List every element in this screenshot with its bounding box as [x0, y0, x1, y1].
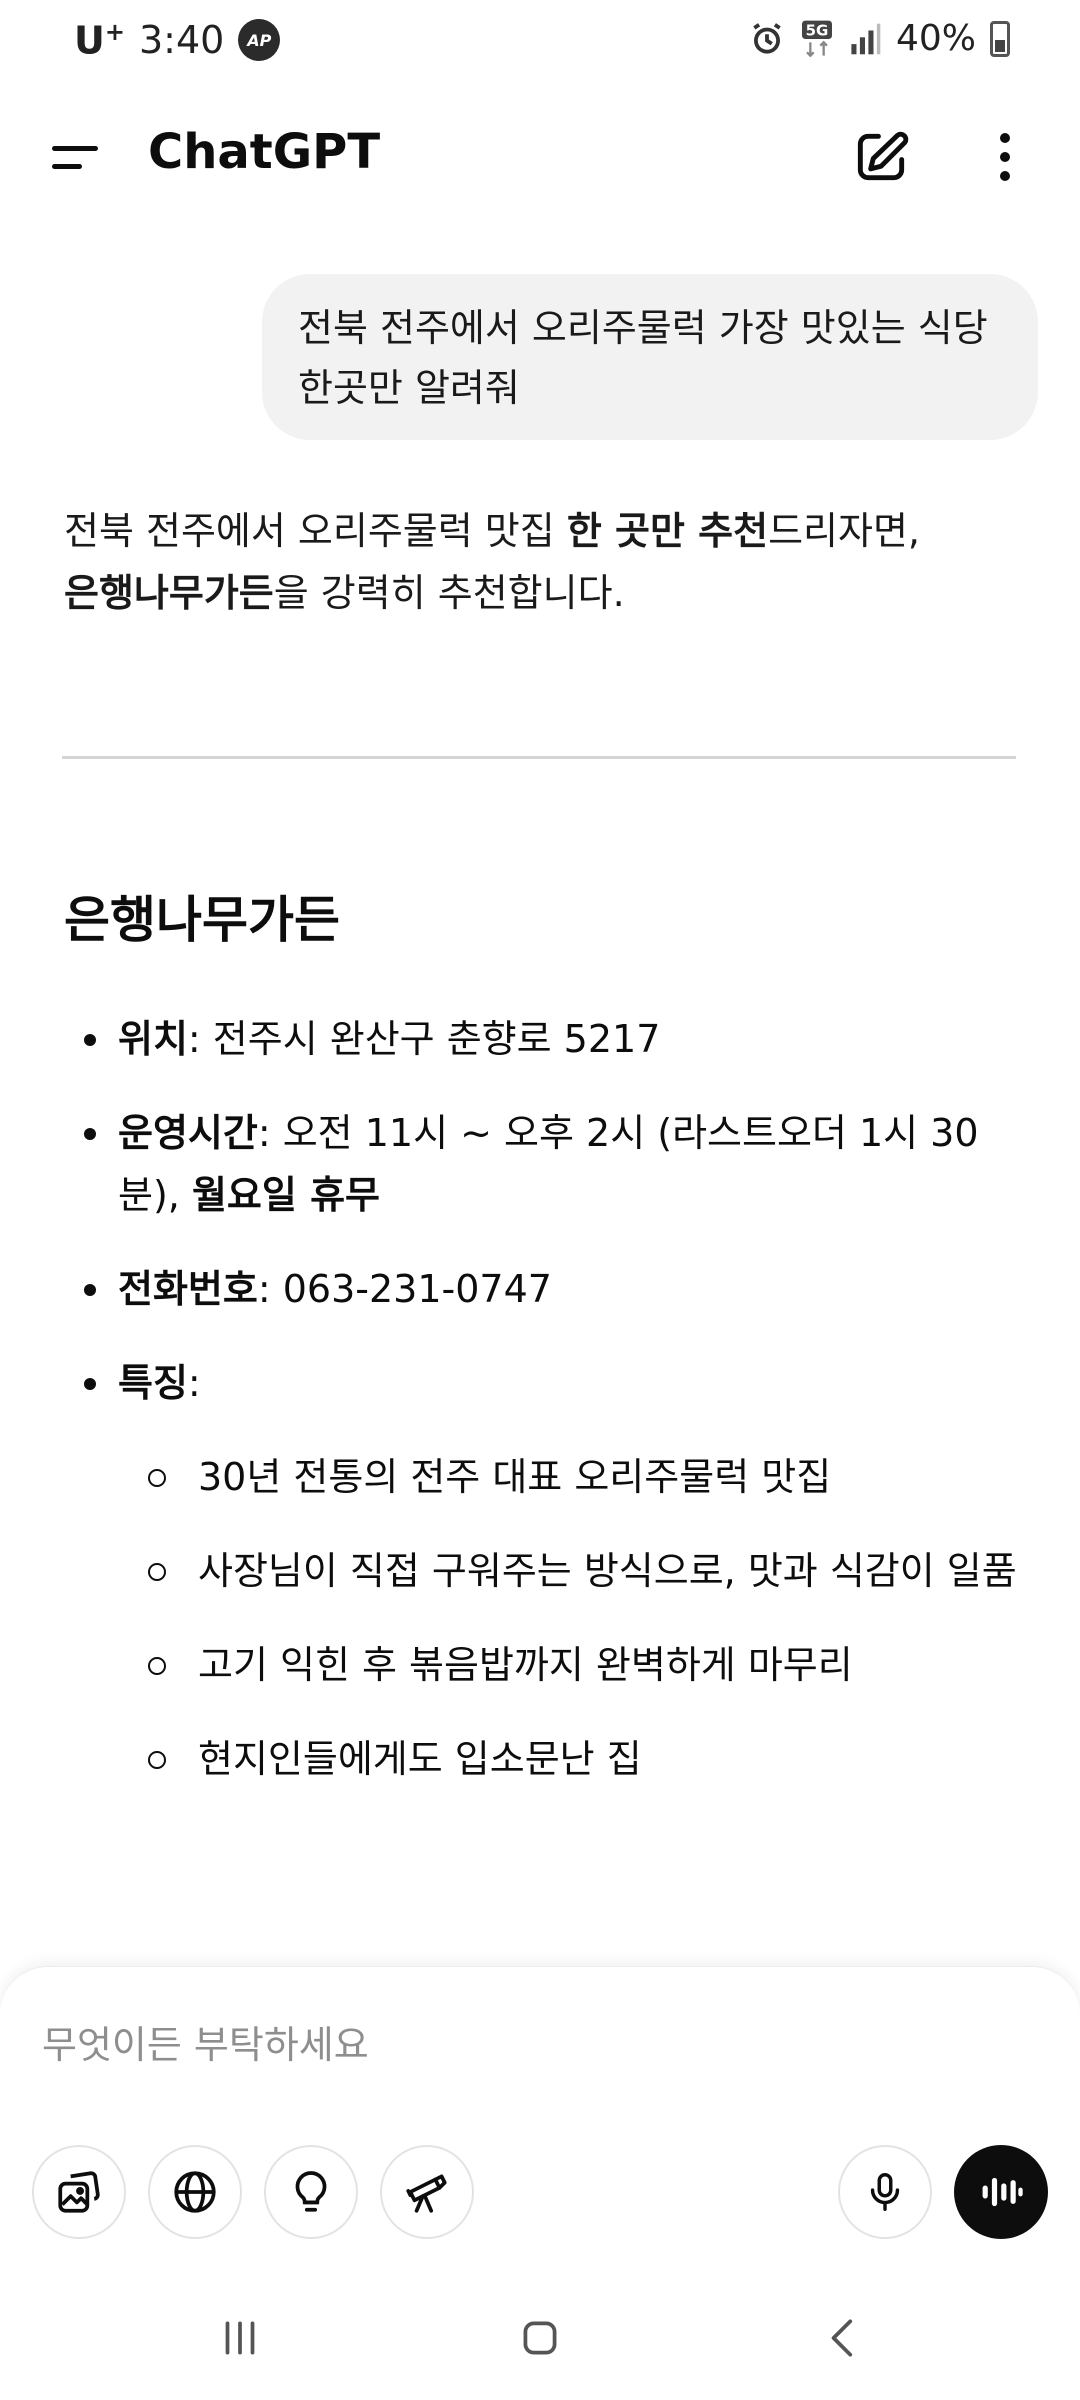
feature-item: 사장님이 직접 구워주는 방식으로, 맛과 식감이 일품	[118, 1540, 1024, 1602]
clock: 3:40	[138, 18, 225, 63]
feature-item: 고기 익힌 후 볶음밥까지 완벽하게 마무리	[118, 1634, 1024, 1696]
voice-waveform-icon	[982, 2177, 1023, 2207]
home-button[interactable]	[500, 2308, 580, 2368]
reasoning-button[interactable]	[264, 2145, 358, 2239]
network-5g-icon: 5G	[800, 19, 834, 59]
feature-item: 현지인들에게도 입소문난 집	[118, 1728, 1024, 1790]
recent-apps-icon	[225, 2321, 255, 2355]
horizontal-divider	[62, 756, 1016, 759]
message-composer	[0, 1966, 1080, 2266]
dictation-button[interactable]	[838, 2145, 932, 2239]
svg-text:5G: 5G	[806, 21, 829, 39]
battery-percent: 40%	[895, 18, 976, 59]
system-navigation-bar	[0, 2266, 1080, 2400]
web-search-button[interactable]	[148, 2145, 242, 2239]
more-vertical-icon	[1000, 133, 1010, 181]
restaurant-info-list: 위치: 전주시 완산구 춘향로 5217 운영시간: 오전 11시 ~ 오후 2…	[64, 1008, 1024, 1822]
status-right: 5G 40%	[748, 18, 1010, 59]
message-input[interactable]	[42, 2015, 842, 2075]
carrier-label: U+	[74, 18, 125, 63]
list-item-phone: 전화번호: 063-231-0747	[64, 1258, 1024, 1320]
back-button[interactable]	[804, 2308, 884, 2368]
more-options-button[interactable]	[978, 126, 1032, 188]
attach-image-button[interactable]	[32, 2145, 126, 2239]
microphone-icon	[870, 2173, 900, 2211]
home-icon	[523, 2321, 557, 2355]
telescope-icon	[406, 2174, 447, 2213]
edit-icon	[857, 131, 909, 181]
lightbulb-icon	[295, 2171, 327, 2212]
sidebar-menu-button[interactable]	[50, 134, 106, 182]
alarm-icon	[748, 20, 786, 58]
menu-icon	[52, 146, 98, 169]
recent-apps-button[interactable]	[200, 2308, 280, 2368]
list-item-hours: 운영시간: 오전 11시 ~ 오후 2시 (라스트오더 1시 30분), 월요일…	[64, 1102, 1024, 1226]
feature-item: 30년 전통의 전주 대표 오리주물럭 맛집	[118, 1446, 1024, 1508]
assistant-intro: 전북 전주에서 오리주물럭 맛집 한 곳만 추천드리자면, 은행나무가든을 강력…	[64, 509, 920, 615]
status-bar: U+ 3:40 AP 5G 40%	[0, 0, 1080, 88]
list-item-features: 특징: 30년 전통의 전주 대표 오리주물럭 맛집 사장님이 직접 구워주는 …	[64, 1352, 1024, 1790]
features-sublist: 30년 전통의 전주 대표 오리주물럭 맛집 사장님이 직접 구워주는 방식으로…	[118, 1446, 1024, 1790]
restaurant-heading: 은행나무가든	[64, 891, 340, 949]
status-left: U+ 3:40 AP	[74, 18, 281, 63]
list-item-location: 위치: 전주시 완산구 춘향로 5217	[64, 1008, 1024, 1070]
app-title: ChatGPT	[148, 124, 381, 180]
back-icon	[831, 2319, 853, 2357]
app-notification-badge: AP	[238, 19, 281, 62]
new-chat-button[interactable]	[850, 126, 912, 188]
deep-research-button[interactable]	[380, 2145, 474, 2239]
image-gallery-icon	[58, 2171, 100, 2213]
assistant-response: 전북 전주에서 오리주물럭 맛집 한 곳만 추천드리자면, 은행나무가든을 강력…	[64, 500, 1024, 624]
globe-icon	[174, 2171, 216, 2213]
app-header: ChatGPT	[0, 110, 1080, 206]
battery-icon	[990, 20, 1010, 57]
signal-icon	[848, 22, 882, 56]
user-message-bubble[interactable]: 전북 전주에서 오리주물럭 가장 맛있는 식당 한곳만 알려줘	[262, 274, 1038, 440]
voice-mode-button[interactable]	[954, 2145, 1048, 2239]
